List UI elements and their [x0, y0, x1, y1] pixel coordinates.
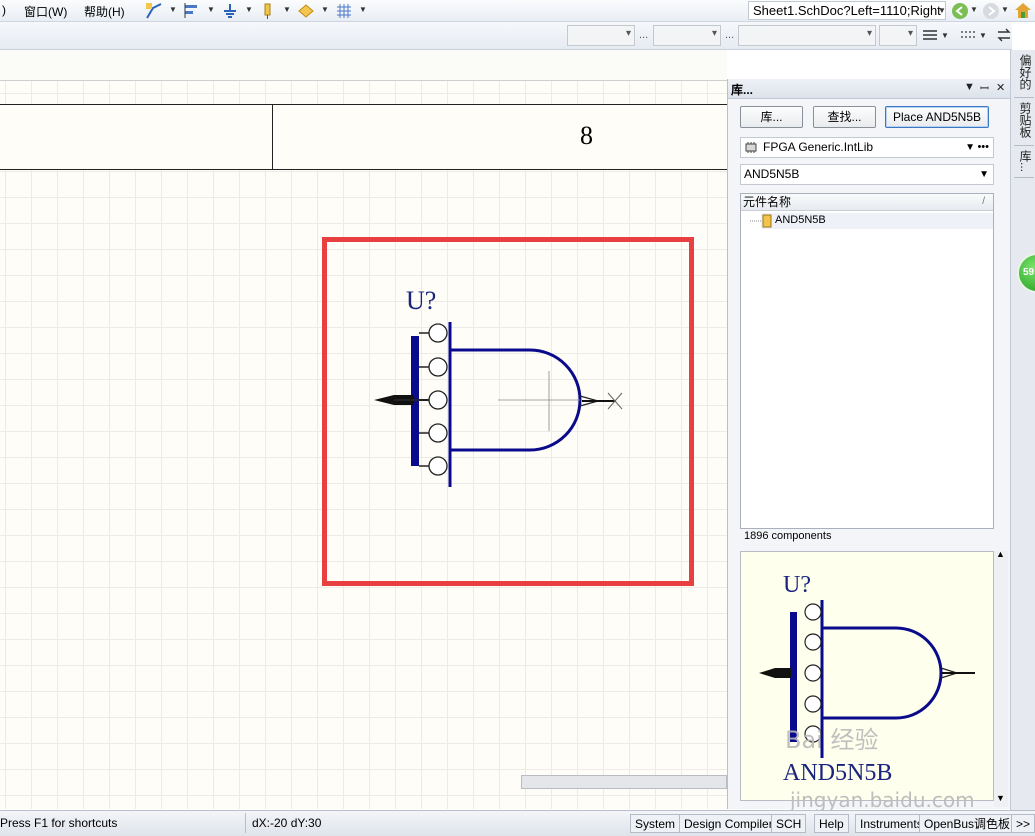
component-filter[interactable]: AND5N5B ▼ [740, 164, 994, 185]
search-button[interactable]: 查找... [813, 106, 876, 128]
document-tab-strip [0, 50, 727, 81]
component-list[interactable]: 元件名称 / AND5N5B [740, 193, 994, 529]
library-select[interactable]: FPGA Generic.IntLib ▼ ••• [740, 137, 994, 158]
status-bar: Press F1 for shortcuts dX:-20 dY:30 Syst… [0, 810, 1035, 836]
chevron-down-icon[interactable]: ▼ [970, 5, 978, 14]
more-dots-2[interactable]: ... [725, 29, 734, 41]
chevron-down-icon[interactable]: ▼ [979, 31, 987, 40]
preview-scrollbar[interactable]: ▲ ▼ [994, 549, 1008, 807]
chevron-down-icon[interactable]: ▼ [283, 5, 291, 14]
align-icon[interactable] [183, 2, 201, 20]
chevron-down-icon[interactable]: ▼ [979, 165, 989, 184]
status-tab-instruments[interactable]: Instruments [855, 814, 928, 833]
scroll-down-icon[interactable]: ▼ [996, 793, 1005, 803]
part-icon[interactable] [259, 2, 277, 20]
schematic-canvas[interactable]: 8 U? AND5N5B [0, 81, 727, 809]
chevron-down-icon[interactable]: ▼ [1001, 5, 1009, 14]
list-item[interactable]: AND5N5B [761, 213, 993, 229]
side-tab-bar: 偏好的 剪贴板 库... [1010, 50, 1035, 836]
sort-icon: / [982, 196, 985, 207]
zone-divider [272, 105, 273, 169]
toolbar-combo-3[interactable] [738, 25, 876, 46]
forward-icon[interactable] [982, 2, 1000, 20]
menu-bar: ) 窗口(W) 帮助(H) ▼ ▼ ▼ ▼ ▼ ▼ Sheet1.SchDoc?… [0, 0, 1035, 22]
and-gate-symbol[interactable]: U? AND5N5B [370, 281, 640, 531]
toolbar-combo-4[interactable] [879, 25, 917, 46]
horizontal-scrollbar[interactable] [521, 775, 727, 789]
component-count: 1896 components [744, 530, 832, 542]
library-icon [745, 142, 757, 153]
preview-component-name: AND5N5B [783, 760, 892, 786]
close-icon[interactable]: ✕ [996, 81, 1005, 94]
column-header-name: 元件名称 [743, 195, 792, 209]
scroll-up-icon[interactable]: ▲ [996, 549, 1005, 559]
tab-libraries[interactable]: 库... [1014, 148, 1034, 178]
line-width-icon[interactable] [922, 27, 938, 43]
status-tab-help[interactable]: Help [814, 814, 849, 833]
status-coordinates: dX:-20 dY:30 [252, 816, 322, 830]
library-panel: 库... ▼ ꟷ ✕ 库... 查找... Place AND5N5B FPGA… [727, 79, 1011, 809]
more-dots-1[interactable]: ... [639, 29, 648, 41]
menu-help[interactable]: 帮助(H) [84, 3, 125, 20]
home-icon[interactable] [1013, 1, 1033, 21]
panel-menu-icon[interactable]: ▼ [964, 81, 975, 93]
chevron-down-icon[interactable]: ▼ [169, 5, 177, 14]
component-filter-value: AND5N5B [744, 167, 800, 181]
chevron-down-icon[interactable]: ▼ [941, 31, 949, 40]
tab-favorites[interactable]: 偏好的 [1014, 52, 1034, 98]
preview-gate-symbol: U? AND5N5B [759, 572, 975, 786]
status-tab-design-compiler[interactable]: Design Compiler [679, 814, 778, 833]
component-designator: U? [406, 286, 436, 315]
library-select-value: FPGA Generic.IntLib [763, 140, 874, 154]
status-tab-openbus[interactable]: OpenBus调色板 [919, 814, 1016, 833]
shape-icon[interactable] [297, 2, 315, 20]
chevron-down-icon[interactable]: ▼ [207, 5, 215, 14]
browse-dots-icon[interactable]: ••• [977, 138, 989, 157]
back-icon[interactable] [951, 2, 969, 20]
status-hint: Press F1 for shortcuts [0, 816, 118, 830]
chevron-down-icon[interactable]: ▼ [245, 5, 253, 14]
status-tab-more[interactable]: >> [1011, 814, 1035, 833]
ground-icon[interactable] [221, 2, 239, 20]
document-address-field[interactable]: Sheet1.SchDoc?Left=1110;Right [748, 1, 946, 20]
panel-title: 库... [731, 83, 754, 97]
toolbar-combo-2[interactable] [653, 25, 721, 46]
sheet-zone-row: 8 [0, 104, 727, 170]
preview-designator: U? [783, 572, 811, 598]
grid-icon[interactable] [335, 2, 353, 20]
document-address-text: Sheet1.SchDoc?Left=1110;Right [753, 3, 941, 18]
chevron-down-icon[interactable]: ▼ [321, 5, 329, 14]
chevron-down-icon[interactable]: ▼ [359, 5, 367, 14]
status-tab-sch[interactable]: SCH [771, 814, 807, 833]
pin-icon[interactable]: ꟷ [980, 81, 989, 96]
line-style-icon[interactable] [960, 27, 976, 43]
secondary-toolbar: ... ... ▼ ▼ [0, 22, 1012, 50]
toolbar-combo-1[interactable] [567, 25, 635, 46]
component-list-header[interactable]: 元件名称 / [741, 194, 993, 211]
chevron-down-icon[interactable]: ▼ [965, 138, 975, 157]
status-divider [245, 813, 246, 833]
menu-item-partial[interactable]: ) [2, 3, 6, 17]
address-dropdown-icon[interactable]: ▼ [938, 6, 946, 15]
component-icon [762, 214, 772, 228]
tab-clipboard[interactable]: 剪贴板 [1014, 100, 1034, 146]
menu-window[interactable]: 窗口(W) [24, 3, 67, 20]
watermark-logo: Bai 经验 [785, 726, 879, 754]
library-button[interactable]: 库... [740, 106, 803, 128]
watermark-url: jingyan.baidu.com [790, 788, 975, 812]
list-item-label: AND5N5B [775, 214, 826, 226]
symbol-preview: U? AND5N5B [740, 551, 994, 801]
panel-header: 库... ▼ ꟷ ✕ [728, 79, 1011, 99]
status-tab-system[interactable]: System [630, 814, 681, 833]
zone-number: 8 [580, 121, 593, 150]
wire-tool-icon[interactable] [145, 2, 163, 20]
place-component-button[interactable]: Place AND5N5B [885, 106, 989, 128]
swap-icon[interactable] [996, 27, 1012, 43]
